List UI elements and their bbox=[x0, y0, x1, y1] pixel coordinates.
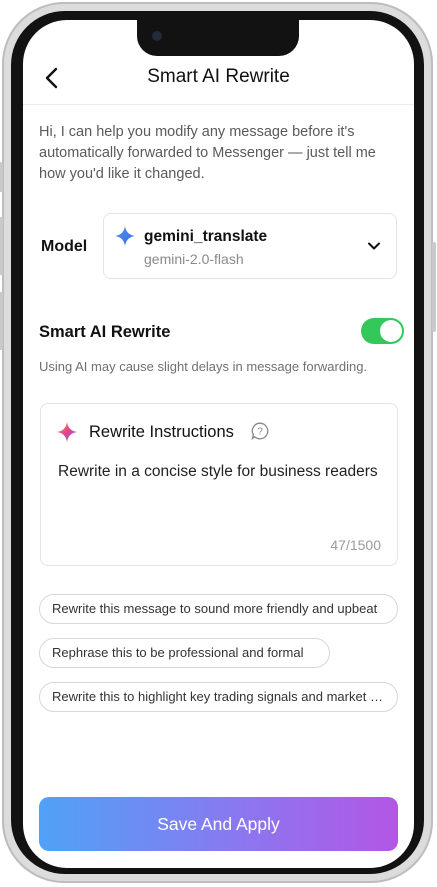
rewrite-toggle-label: Smart AI Rewrite bbox=[39, 323, 171, 341]
intro-text: Hi, I can help you modify any message be… bbox=[39, 124, 376, 182]
instructions-input[interactable]: Rewrite in a concise style for business … bbox=[58, 460, 378, 484]
instructions-title: Rewrite Instructions bbox=[89, 423, 234, 441]
suggestion-chip[interactable]: Rewrite this to highlight key trading si… bbox=[39, 682, 398, 712]
delay-note: Using AI may cause slight delays in mess… bbox=[39, 359, 368, 374]
rewrite-toggle[interactable] bbox=[361, 318, 404, 344]
screen: Smart AI Rewrite Hi, I can help you modi… bbox=[23, 20, 414, 868]
toggle-knob bbox=[380, 320, 402, 342]
chevron-down-icon bbox=[368, 242, 380, 250]
volume-down-button bbox=[0, 292, 3, 350]
gemini-sparkle-icon bbox=[115, 226, 135, 246]
help-icon[interactable]: ? bbox=[251, 422, 269, 440]
side-button bbox=[0, 162, 3, 192]
suggestion-chip[interactable]: Rewrite this message to sound more frien… bbox=[39, 594, 398, 624]
power-button bbox=[432, 242, 436, 332]
ai-sparkle-icon bbox=[57, 422, 77, 442]
model-name: gemini_translate bbox=[144, 228, 268, 245]
volume-up-button bbox=[0, 217, 3, 275]
model-select[interactable]: gemini_translate gemini-2.0-flash bbox=[103, 213, 397, 279]
character-counter: 47/1500 bbox=[330, 537, 381, 553]
svg-text:?: ? bbox=[257, 427, 263, 438]
page-title: Smart AI Rewrite bbox=[147, 66, 290, 87]
model-label: Model bbox=[41, 238, 88, 255]
camera-icon bbox=[152, 31, 162, 41]
app-header: Smart AI Rewrite bbox=[23, 54, 414, 105]
notch bbox=[137, 20, 299, 56]
suggestion-chip[interactable]: Rephrase this to be professional and for… bbox=[39, 638, 330, 668]
instructions-box[interactable]: Rewrite Instructions ? Rewrite in a conc… bbox=[40, 403, 398, 566]
model-version: gemini-2.0-flash bbox=[144, 251, 244, 267]
save-and-apply-button[interactable]: Save And Apply bbox=[39, 797, 398, 851]
